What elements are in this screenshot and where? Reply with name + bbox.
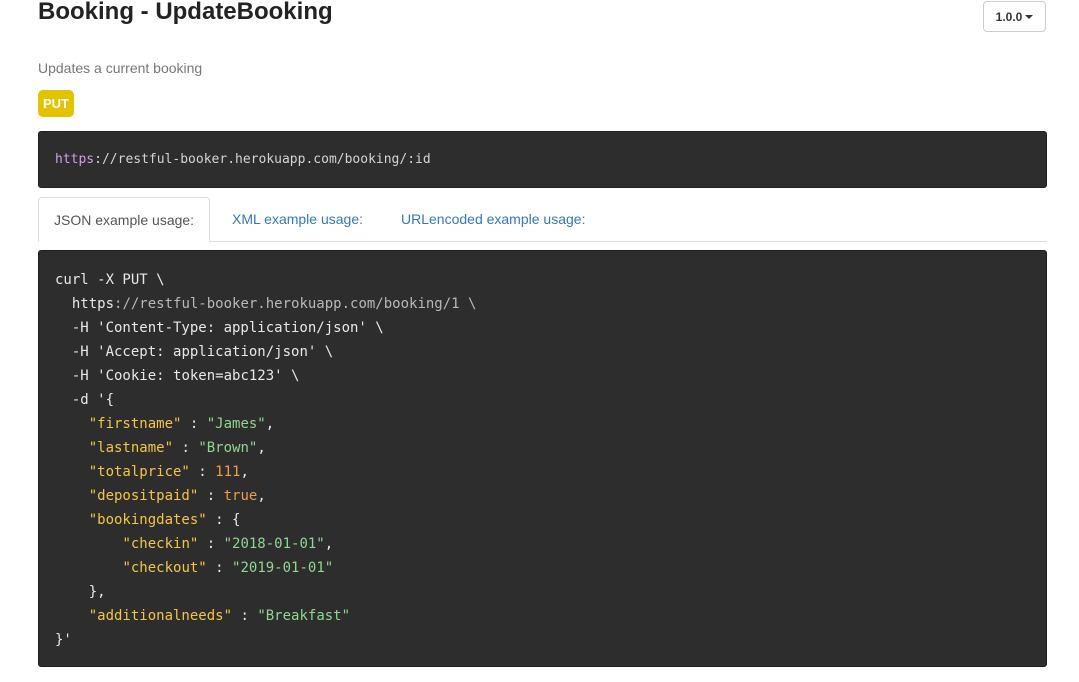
- code-text: curl -X PUT \: [55, 272, 165, 288]
- code-text: : application/json' \: [206, 320, 384, 336]
- json-value: "2019-01-01": [232, 560, 334, 576]
- code-text: -d '{: [55, 392, 115, 408]
- json-value: "Breakfast": [257, 608, 351, 624]
- code-line: "checkin" : "2018-01-01",: [122, 536, 334, 552]
- code-line: -H 'Accept: application/json' \: [55, 340, 1046, 364]
- version-dropdown-button[interactable]: 1.0.0: [983, 1, 1046, 32]
- endpoint-url-path: ://restful-booker.herokuapp.com/booking/…: [94, 152, 431, 167]
- code-text: -H 'Content-Type: [55, 320, 207, 336]
- code-line: -H 'Cookie: token=abc123' \: [55, 364, 1046, 388]
- json-key: "checkout": [122, 560, 207, 576]
- json-value: "Brown": [198, 440, 258, 456]
- example-tabs: JSON example usage: XML example usage: U…: [38, 197, 1047, 242]
- code-line: "additionalneeds" : "Breakfast": [88, 608, 351, 624]
- code-line: },: [55, 580, 1046, 604]
- code-text: -H 'Accept: [55, 344, 157, 360]
- json-value: true: [223, 488, 258, 504]
- code-text: }': [55, 632, 72, 648]
- code-text: : token=abc123' \: [156, 368, 300, 384]
- code-line: "bookingdates" : {: [88, 512, 241, 528]
- code-line: "firstname" : "James",: [88, 416, 275, 432]
- json-key: "additionalneeds": [88, 608, 233, 624]
- code-line: https://restful-booker.herokuapp.com/boo…: [55, 292, 1046, 316]
- json-key: "firstname": [88, 416, 182, 432]
- version-label: 1.0.0: [995, 9, 1023, 24]
- json-example-code-block: curl -X PUT \ https://restful-booker.her…: [38, 250, 1047, 667]
- json-key: "checkin": [122, 536, 199, 552]
- tab-json-example[interactable]: JSON example usage:: [38, 197, 211, 242]
- code-line: "checkout" : "2019-01-01": [122, 560, 334, 576]
- caret-down-icon: [1025, 15, 1034, 19]
- code-line: "lastname" : "Brown",: [88, 440, 266, 456]
- json-key: "lastname": [88, 440, 174, 456]
- code-line: "depositpaid" : true,: [88, 488, 266, 504]
- code-line: -d '{: [55, 388, 1046, 412]
- json-key: "depositpaid": [88, 488, 199, 504]
- page: Booking - UpdateBooking 1.0.0 Updates a …: [0, 0, 1079, 682]
- endpoint-description: Updates a current booking: [38, 60, 203, 76]
- code-line: curl -X PUT \: [55, 268, 1046, 292]
- code-text: ://restful-booker.herokuapp.com/booking/…: [114, 296, 477, 312]
- page-title: Booking - UpdateBooking: [38, 0, 333, 25]
- method-badge: PUT: [38, 90, 74, 117]
- json-value: "2018-01-01": [223, 536, 325, 552]
- code-text: -H 'Cookie: [55, 368, 157, 384]
- json-key: "bookingdates": [88, 512, 207, 528]
- code-text: },: [55, 584, 106, 600]
- code-line: -H 'Content-Type: application/json' \: [55, 316, 1046, 340]
- code-text: : application/json' \: [156, 344, 334, 360]
- tab-urlencoded-example[interactable]: URLencoded example usage:: [401, 197, 585, 242]
- json-key: "totalprice": [88, 464, 190, 480]
- json-value: 111: [215, 464, 241, 480]
- code-text: https: [55, 296, 115, 312]
- json-value: "James": [206, 416, 266, 432]
- tab-xml-example[interactable]: XML example usage:: [232, 197, 363, 242]
- code-line: "totalprice" : 111,: [88, 464, 249, 480]
- endpoint-url-scheme: https: [55, 152, 95, 167]
- endpoint-url-box: https://restful-booker.herokuapp.com/boo…: [38, 131, 1047, 188]
- code-line: }': [55, 628, 1046, 652]
